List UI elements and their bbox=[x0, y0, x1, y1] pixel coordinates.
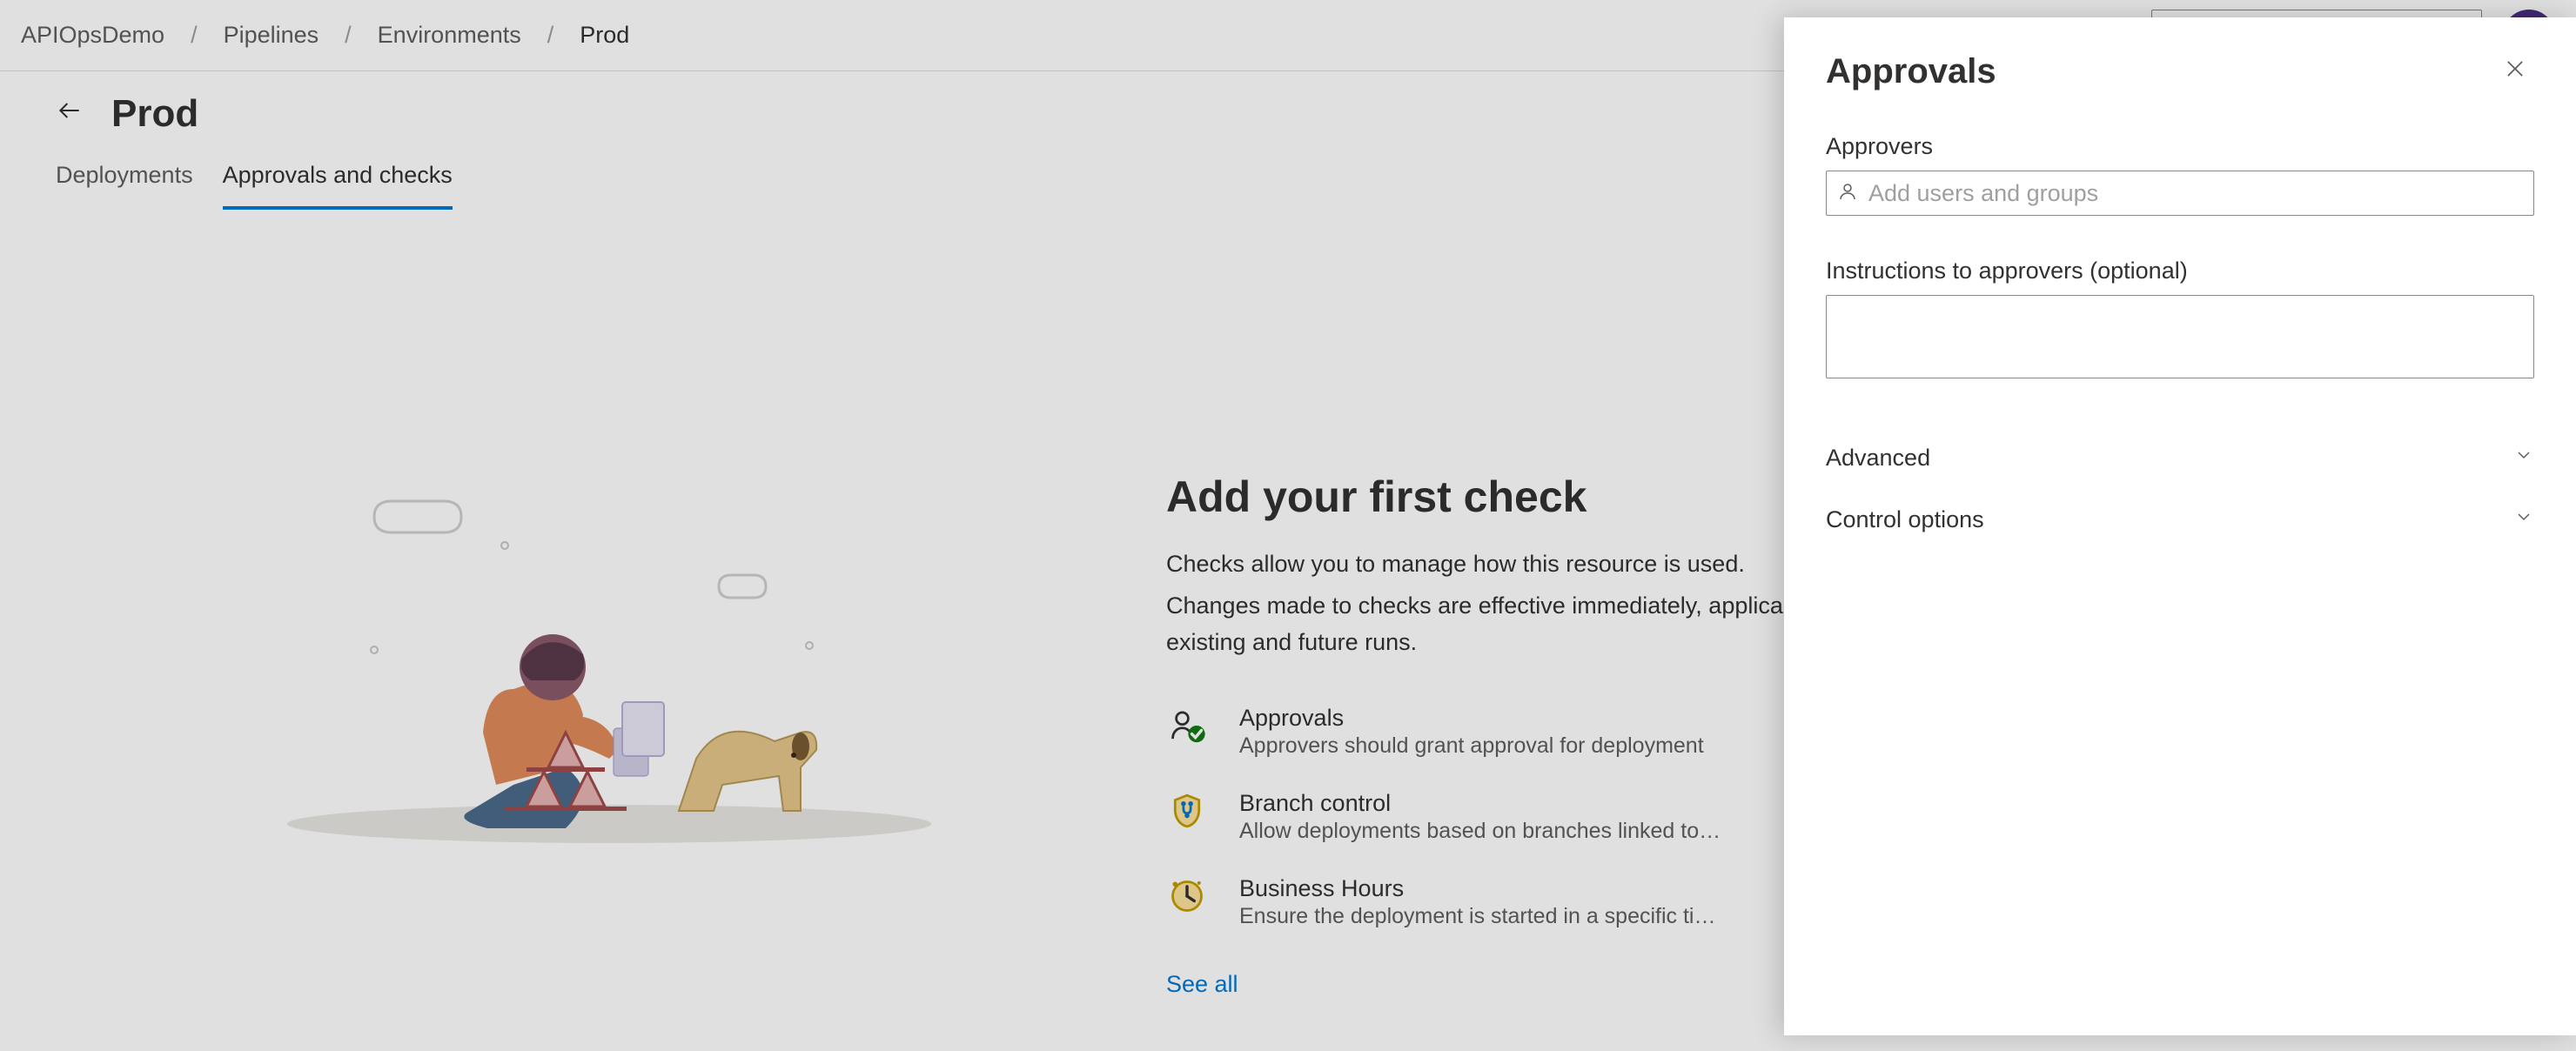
close-button[interactable] bbox=[2496, 52, 2534, 91]
approvers-input-wrapper[interactable] bbox=[1826, 171, 2534, 216]
approvers-label: Approvers bbox=[1826, 133, 2534, 160]
approvers-input[interactable] bbox=[1868, 180, 2523, 207]
person-icon bbox=[1837, 181, 1858, 206]
advanced-label: Advanced bbox=[1826, 445, 1930, 472]
control-options-expander[interactable]: Control options bbox=[1826, 489, 2534, 551]
instructions-textarea[interactable] bbox=[1826, 295, 2534, 378]
instructions-label: Instructions to approvers (optional) bbox=[1826, 258, 2534, 285]
approvals-panel: Approvals Approvers Instructions to appr… bbox=[1784, 17, 2576, 1035]
control-options-label: Control options bbox=[1826, 506, 1984, 533]
chevron-down-icon bbox=[2513, 445, 2534, 472]
advanced-expander[interactable]: Advanced bbox=[1826, 427, 2534, 489]
panel-title: Approvals bbox=[1826, 52, 1996, 91]
chevron-down-icon bbox=[2513, 506, 2534, 533]
